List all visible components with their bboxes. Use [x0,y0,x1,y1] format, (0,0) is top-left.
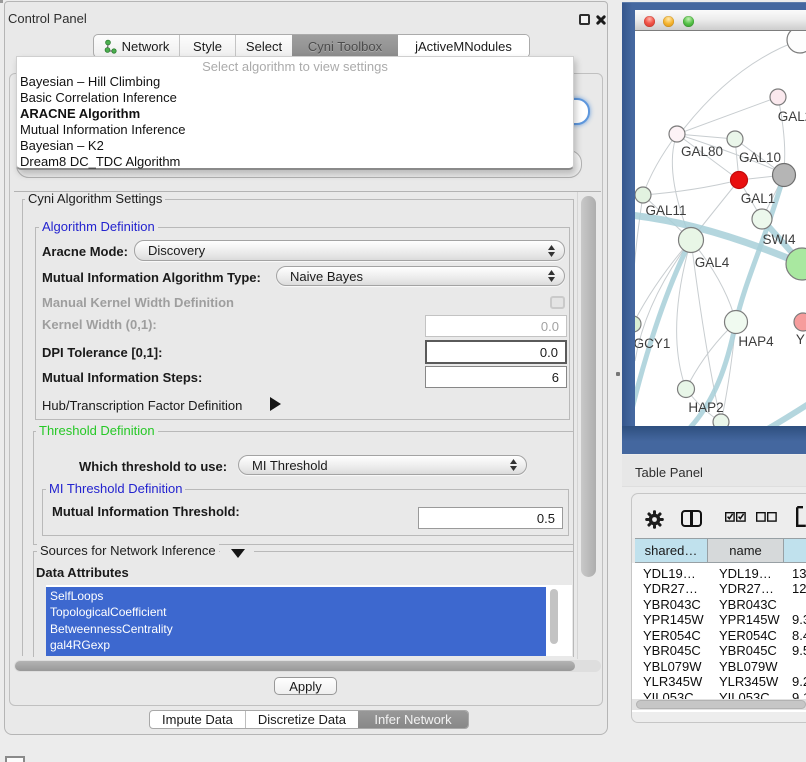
svg-text:HAP2: HAP2 [688,400,723,415]
svg-text:GAL2: GAL2 [778,109,806,124]
svg-text:GAL4: GAL4 [695,255,730,270]
svg-text:YM: YM [796,332,806,347]
svg-text:HAP4: HAP4 [738,334,774,349]
svg-text:GAL80: GAL80 [681,144,723,159]
svg-text:GAL10: GAL10 [739,150,781,165]
svg-text:GAL11: GAL11 [645,203,686,218]
svg-text:GCY1: GCY1 [635,336,670,351]
svg-text:SWI4: SWI4 [762,232,795,247]
svg-text:GAL1: GAL1 [741,191,776,206]
